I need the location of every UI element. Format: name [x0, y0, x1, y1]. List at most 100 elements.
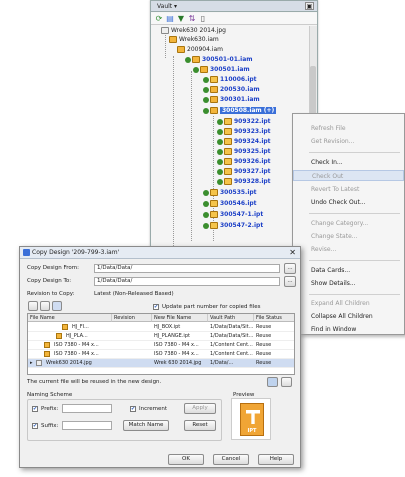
tree-node[interactable]: 200904.iam [177, 45, 223, 54]
row-pointer-icon: ▸ [30, 360, 33, 366]
close-icon[interactable]: ▣ [305, 2, 314, 10]
part-icon [44, 351, 50, 357]
copy-to-field[interactable]: 1/Data/Data/ [94, 277, 280, 286]
tree-node[interactable]: 200530.iam [203, 85, 260, 94]
help-button[interactable]: Help [258, 454, 294, 465]
close-icon[interactable]: ✕ [289, 249, 296, 257]
sort-icon[interactable]: ⇅ [188, 15, 196, 23]
table-row-selected[interactable]: ▸ Wrek630 2014.jpg Wrek 630 2014.jpg 1/D… [28, 359, 294, 368]
menu-item-revert-to-latest[interactable]: Revert To Latest [293, 184, 404, 195]
table-row[interactable]: ISO 7380 - M4 x... ISO 7380 - M4 x... 1/… [28, 350, 294, 359]
assembly-icon [177, 46, 185, 53]
menu-item-show-details[interactable]: Show Details... [293, 278, 404, 289]
checked-in-icon [203, 200, 209, 207]
refresh-icon[interactable] [281, 377, 292, 387]
part-icon [210, 76, 218, 83]
tree-node[interactable]: 909323.ipt [217, 127, 271, 136]
tree-node[interactable]: 300501-01.iam [185, 55, 253, 64]
revision-label: Revision to Copy: [27, 291, 75, 297]
match-name-button[interactable]: Match Name [123, 420, 169, 431]
vault-title[interactable]: Vault ▾ [151, 1, 317, 12]
increment-checkbox[interactable]: ✔ [130, 406, 136, 412]
image-view-icon[interactable] [267, 377, 278, 387]
tree-node[interactable]: Wrek630.iam [169, 35, 219, 44]
copy-from-field[interactable]: 1/Data/Data/ [94, 264, 280, 273]
image-file-icon [36, 360, 42, 366]
search-icon[interactable]: ▯ [199, 15, 207, 23]
menu-item-check-in[interactable]: Check In... [293, 157, 404, 168]
table-row[interactable]: HJ_FI... HJ_BOX.ipt 1/Data/Data/Sit... R… [28, 323, 294, 332]
column-header[interactable]: New File Name [152, 314, 208, 322]
checked-in-icon [203, 76, 209, 83]
suffix-checkbox[interactable]: ✔ [32, 423, 38, 429]
part-icon [224, 128, 232, 135]
copy-icon[interactable] [52, 301, 62, 311]
tree-node[interactable]: 300501.iam [193, 65, 250, 74]
prefix-checkbox[interactable]: ✔ [32, 406, 38, 412]
checked-in-icon [217, 158, 223, 165]
table-row[interactable]: ISO 7380 - M4 x... ISO 7380 - M4 x... 1/… [28, 341, 294, 350]
tree-node[interactable]: 909328.ipt [217, 177, 271, 186]
image-file-icon [161, 27, 169, 34]
tree-node[interactable]: 909324.ipt [217, 137, 271, 146]
update-part-number-checkbox[interactable]: ✔ [153, 304, 159, 310]
part-icon [224, 118, 232, 125]
assembly-icon [169, 36, 177, 43]
prefix-field[interactable] [62, 404, 112, 413]
view-icon[interactable] [28, 301, 38, 311]
menu-item-collapse-all-children[interactable]: Collapse All Children [293, 311, 404, 322]
tree-node[interactable]: 909322.ipt [217, 117, 271, 126]
assembly-icon [192, 56, 200, 63]
assembly-icon [200, 66, 208, 73]
menu-item-undo-check-out[interactable]: Undo Check Out... [293, 197, 404, 208]
suffix-label: Suffix: [41, 423, 59, 429]
replace-icon[interactable] [40, 301, 50, 311]
file-extension: IPT [247, 428, 257, 434]
table-row[interactable]: HJ_PLA... HJ_PLANGE.ipt 1/Data/Data/Sit.… [28, 332, 294, 341]
browse-from-button[interactable]: ... [284, 263, 296, 274]
tree-node[interactable]: 110006.ipt [203, 75, 257, 84]
letter-i-glyph [246, 410, 260, 424]
menu-item-change-state[interactable]: Change State... [293, 231, 404, 242]
dialog-title: Copy Design '209-799-3.iam' [20, 247, 300, 259]
column-header[interactable]: Vault Path [208, 314, 254, 322]
part-icon [224, 138, 232, 145]
checked-in-icon [217, 178, 223, 185]
menu-item-data-cards[interactable]: Data Cards... [293, 265, 404, 276]
tree-node[interactable]: 300547-1.ipt [203, 210, 263, 219]
apply-button[interactable]: Apply [184, 403, 216, 414]
column-header[interactable]: Revision [112, 314, 152, 322]
menu-item-find-in-window[interactable]: Find in Window [293, 324, 404, 335]
file-grid: File Name Revision New File Name Vault P… [27, 313, 295, 375]
part-icon [56, 333, 62, 339]
save-icon[interactable]: ▤ [166, 15, 174, 23]
reset-button[interactable]: Reset [184, 420, 216, 431]
tree-node[interactable]: 909325.ipt [217, 147, 271, 156]
menu-item-change-category[interactable]: Change Category... [293, 218, 404, 229]
menu-item-refresh-file[interactable]: Refresh File [293, 123, 404, 134]
cancel-button[interactable]: Cancel [213, 454, 249, 465]
menu-item-expand-all-children[interactable]: Expand All Children [293, 298, 404, 309]
tree-node[interactable]: 300546.ipt [203, 199, 257, 208]
browse-to-button[interactable]: ... [284, 276, 296, 287]
menu-item-check-out[interactable]: Check Out [293, 170, 404, 181]
tree-node-selected[interactable]: 300508.iam (+) [203, 106, 277, 115]
copy-from-label: Copy Design From: [27, 265, 79, 271]
checked-in-icon [203, 189, 209, 196]
tree-node[interactable]: Wrek630 2014.jpg [161, 26, 226, 35]
suffix-field[interactable] [62, 421, 112, 430]
assembly-icon [210, 96, 218, 103]
info-text: The current file will be reused in the n… [27, 379, 162, 385]
tree-node[interactable]: 300547-2.ipt [203, 221, 263, 230]
filter-icon[interactable]: ▼ [177, 15, 185, 23]
tree-node[interactable]: 300301.iam [203, 95, 260, 104]
column-header[interactable]: File Name [28, 314, 112, 322]
tree-node[interactable]: 909326.ipt [217, 157, 271, 166]
menu-item-revise[interactable]: Revise... [293, 244, 404, 255]
menu-item-get-revision[interactable]: Get Revision... [293, 136, 404, 147]
refresh-icon[interactable]: ⟳ [155, 15, 163, 23]
column-header[interactable]: File Status [254, 314, 294, 322]
ok-button[interactable]: OK [168, 454, 204, 465]
tree-node[interactable]: 909327.ipt [217, 167, 271, 176]
tree-node[interactable]: 300535.ipt [203, 188, 257, 197]
